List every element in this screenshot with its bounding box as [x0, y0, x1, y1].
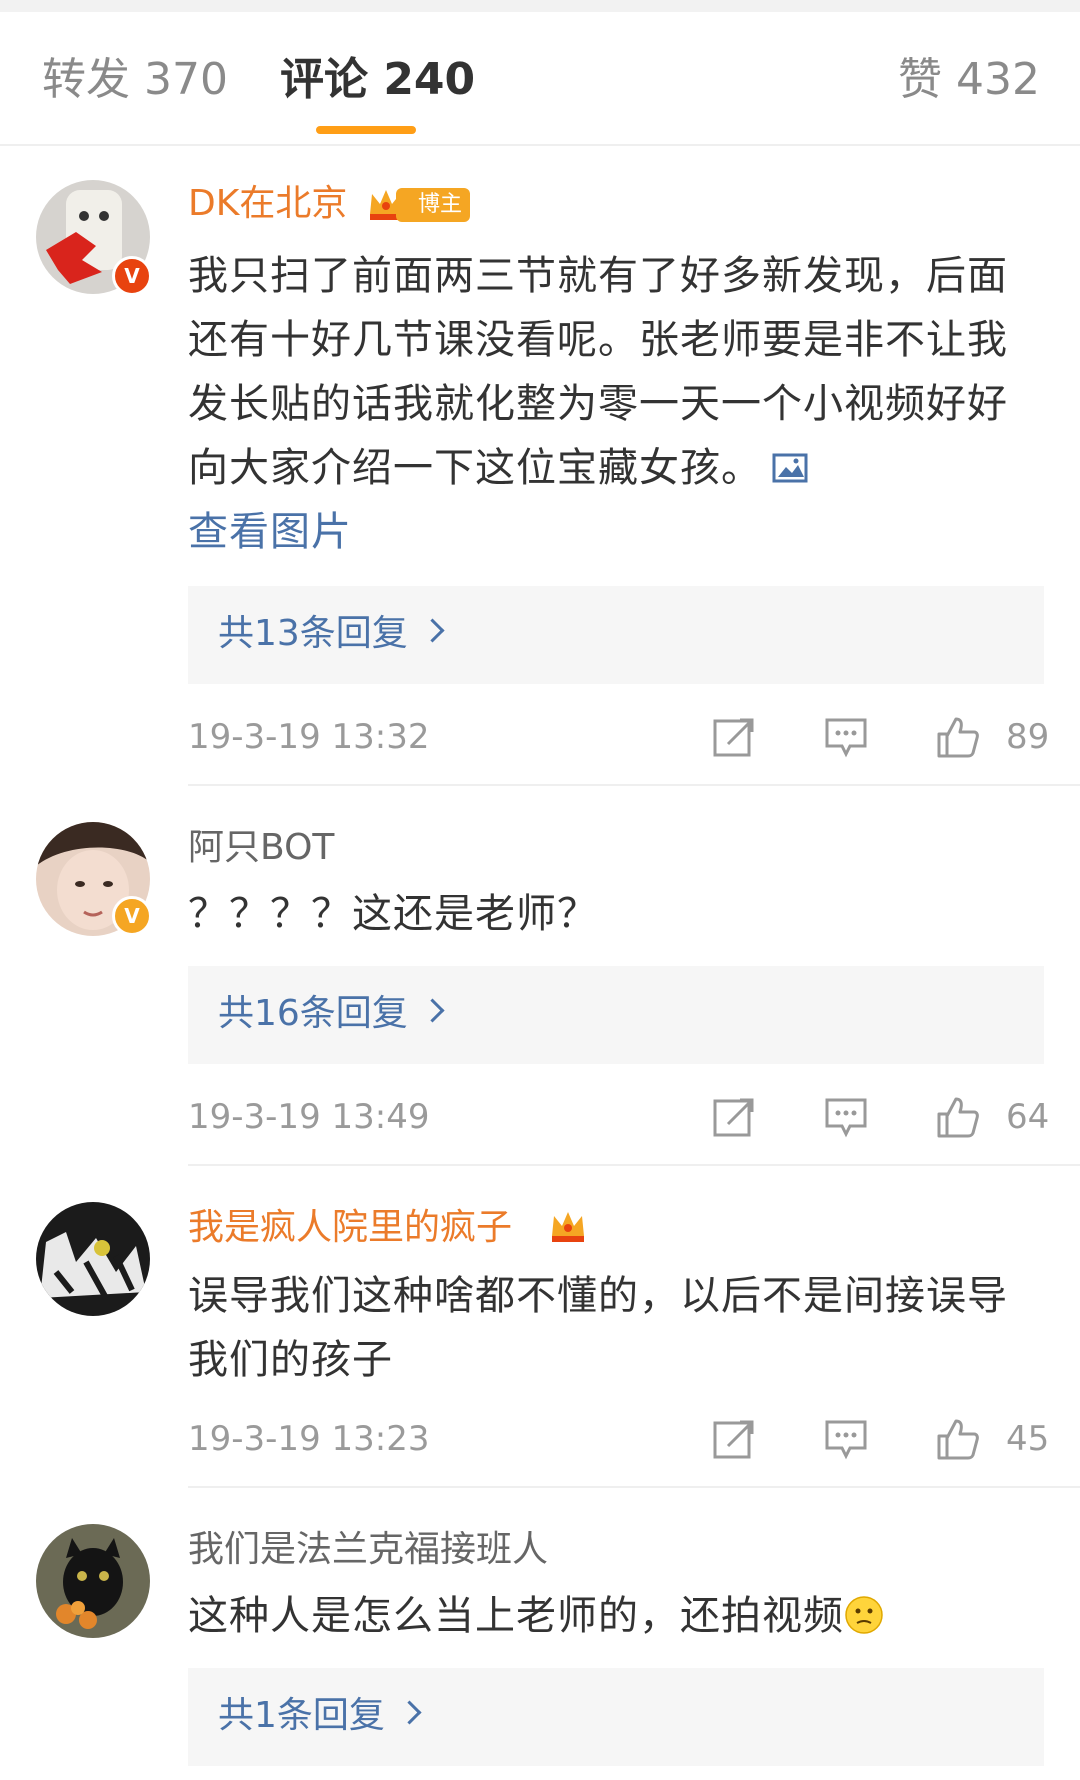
comment-username[interactable]: 我是疯人院里的疯子: [188, 1206, 512, 1250]
verified-icon: V: [112, 896, 152, 936]
replies-box[interactable]: 共16条回复: [188, 966, 1044, 1064]
share-icon[interactable]: [712, 1096, 756, 1138]
comment-icon[interactable]: [824, 1096, 868, 1138]
chevron-right-icon: [420, 998, 445, 1023]
like-count: 64: [1006, 1097, 1050, 1137]
share-icon[interactable]: [712, 716, 756, 758]
crown-icon: [552, 1212, 584, 1242]
comment-username[interactable]: 我们是法兰克福接班人: [188, 1528, 548, 1572]
tab-likes[interactable]: 赞 432: [898, 52, 1040, 108]
image-icon: [772, 453, 808, 483]
replies-link[interactable]: 共1条回复: [218, 1692, 422, 1740]
comment-body: 这种人是怎么当上老师的，还拍视频: [188, 1593, 844, 1639]
comment-body: 我只扫了前面两三节就有了好多新发现，后面还有十好几节课没看呢。张老师要是非不让我…: [188, 253, 1008, 491]
chevron-right-icon: [397, 1700, 422, 1725]
timestamp: 19-3-19 13:23: [188, 1419, 430, 1459]
thumbs-up-icon[interactable]: [936, 1418, 980, 1460]
top-strip: [0, 0, 1080, 12]
replies-link[interactable]: 共16条回复: [218, 990, 445, 1038]
comment-body: ？？？？这还是老师？: [188, 891, 598, 937]
like-count: 45: [1006, 1419, 1050, 1459]
like-count: 89: [1006, 717, 1050, 757]
replies-link[interactable]: 共13条回复: [218, 610, 445, 658]
tab-reposts[interactable]: 转发 370: [42, 52, 228, 108]
divider: [188, 784, 1080, 786]
comment-text: 我只扫了前面两三节就有了好多新发现，后面还有十好几节课没看呢。张老师要是非不让我…: [188, 244, 1044, 564]
replies-count: 共16条回复: [218, 993, 408, 1034]
replies-count: 共1条回复: [218, 1695, 385, 1736]
comment-meta: 19-3-19 13:32 89: [188, 712, 1049, 762]
replies-count: 共13条回复: [218, 613, 408, 654]
timestamp: 19-3-19 13:49: [188, 1097, 430, 1137]
comment-text: ？？？？这还是老师？: [188, 882, 1044, 946]
avatar[interactable]: [36, 1524, 150, 1638]
comment-text: 这种人是怎么当上老师的，还拍视频: [188, 1584, 1044, 1648]
replies-box[interactable]: 共13条回复: [188, 586, 1044, 684]
verified-icon: V: [112, 256, 152, 296]
comment-username[interactable]: DK在北京: [188, 182, 347, 226]
view-image-link[interactable]: 查看图片: [188, 509, 352, 555]
tab-comments[interactable]: 评论 240: [280, 52, 475, 108]
comment-meta: 19-3-19 13:49 64: [188, 1092, 1049, 1142]
comment-icon[interactable]: [824, 1418, 868, 1460]
comment-body: 误导我们这种啥都不懂的，以后不是间接误导我们的孩子: [188, 1273, 1008, 1383]
thumbs-up-icon[interactable]: [936, 1096, 980, 1138]
thumbs-up-icon[interactable]: [936, 716, 980, 758]
comment-username[interactable]: 阿只BOT: [188, 826, 334, 870]
divider: [188, 1164, 1080, 1166]
chevron-right-icon: [420, 618, 445, 643]
timestamp: 19-3-19 13:32: [188, 717, 430, 757]
active-tab-indicator: [316, 126, 416, 134]
avatar[interactable]: [36, 1202, 150, 1316]
blogger-badge: 博主: [396, 188, 471, 222]
comment-icon[interactable]: [824, 716, 868, 758]
comment-text: 误导我们这种啥都不懂的，以后不是间接误导我们的孩子: [188, 1264, 1044, 1392]
replies-box[interactable]: 共1条回复: [188, 1668, 1044, 1766]
thinking-emoji-icon: [845, 1596, 883, 1634]
share-icon[interactable]: [712, 1418, 756, 1460]
divider: [188, 1486, 1080, 1488]
tab-bar: 转发 370 评论 240 赞 432: [0, 12, 1080, 146]
comment-meta: 19-3-19 13:23 45: [188, 1414, 1049, 1464]
